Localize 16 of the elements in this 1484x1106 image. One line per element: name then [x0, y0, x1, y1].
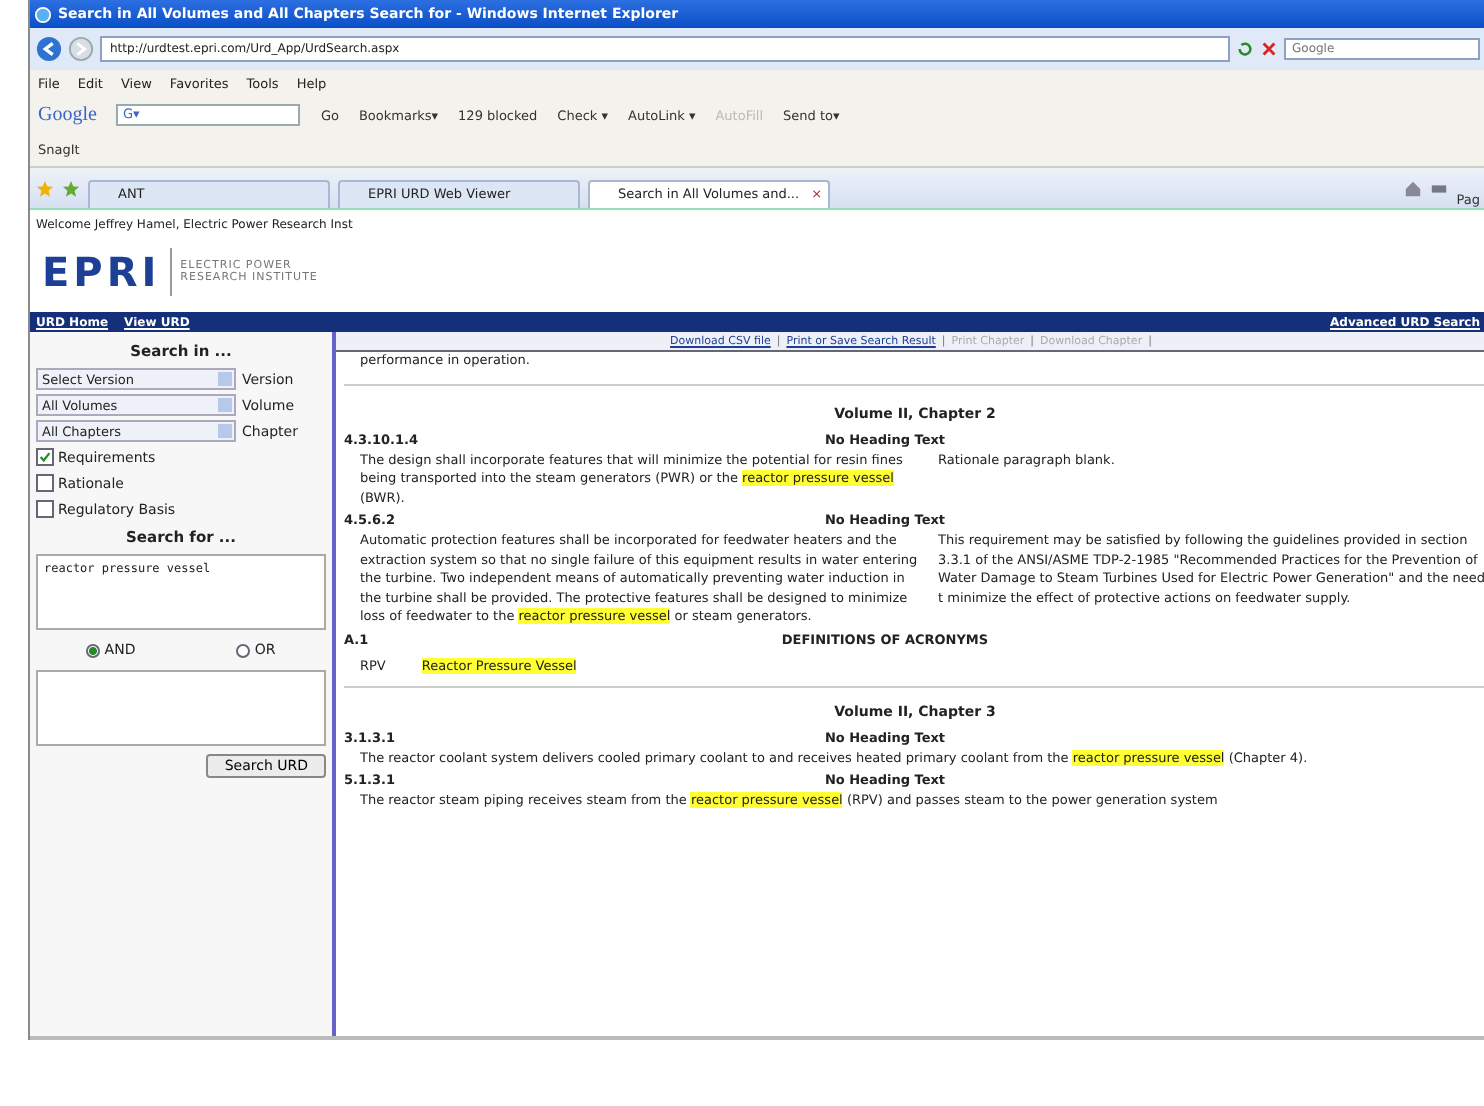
add-favorite-icon[interactable]: [62, 179, 80, 197]
toolbar-logo: Google: [38, 104, 97, 126]
back-icon[interactable]: [36, 36, 62, 62]
favorites-star-icon[interactable]: [36, 179, 54, 197]
checkbox[interactable]: [36, 448, 54, 466]
checkbox[interactable]: [36, 500, 54, 518]
checkbox[interactable]: [36, 474, 54, 492]
radio-button[interactable]: [86, 643, 101, 657]
stop-icon[interactable]: [1260, 40, 1278, 58]
refresh-icon[interactable]: [1236, 40, 1254, 58]
radio-button[interactable]: [236, 643, 251, 657]
forward-icon[interactable]: [68, 36, 94, 62]
search-text-area[interactable]: [36, 670, 326, 746]
browser-icon: [34, 5, 52, 23]
home-icon[interactable]: [1404, 179, 1423, 197]
logo: EPRI: [42, 248, 173, 296]
